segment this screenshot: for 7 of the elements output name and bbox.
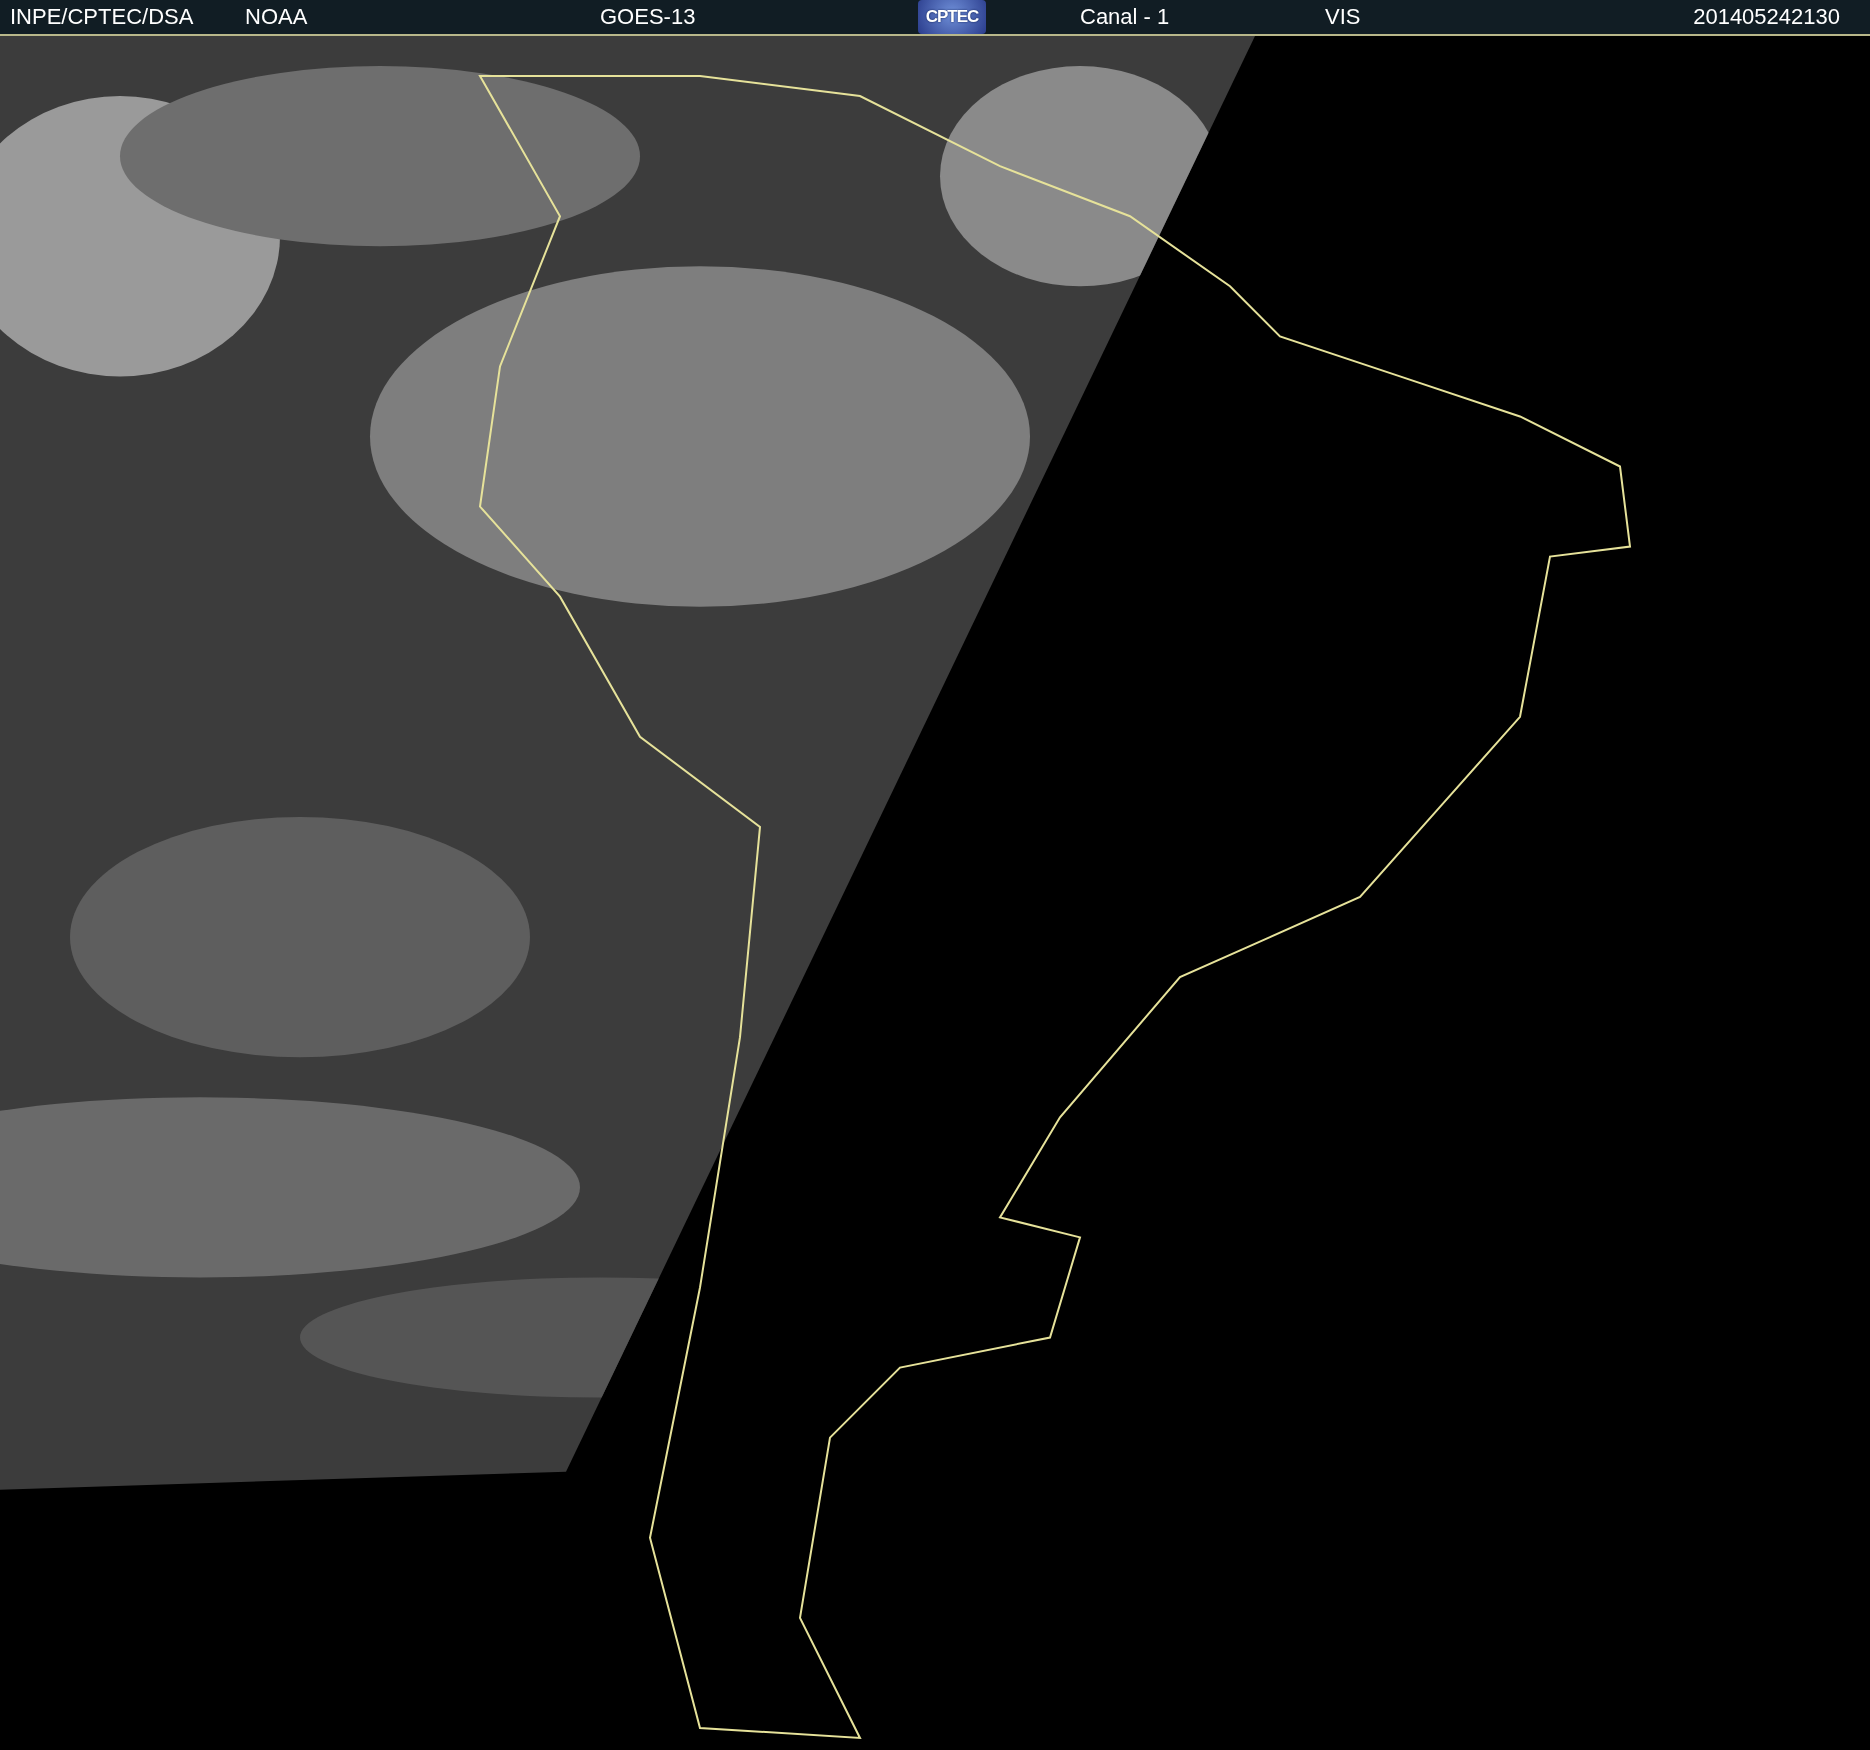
logo: CPTEC [918, 0, 986, 34]
header-label: INPE/CPTEC/DSA [10, 4, 194, 30]
header-label: VIS [1325, 4, 1361, 30]
header-label: GOES-13 [600, 4, 696, 30]
header-label: 201405242130 [1693, 4, 1840, 30]
header-label: Canal - 1 [1080, 4, 1170, 30]
header-label: NOAA [245, 4, 308, 30]
